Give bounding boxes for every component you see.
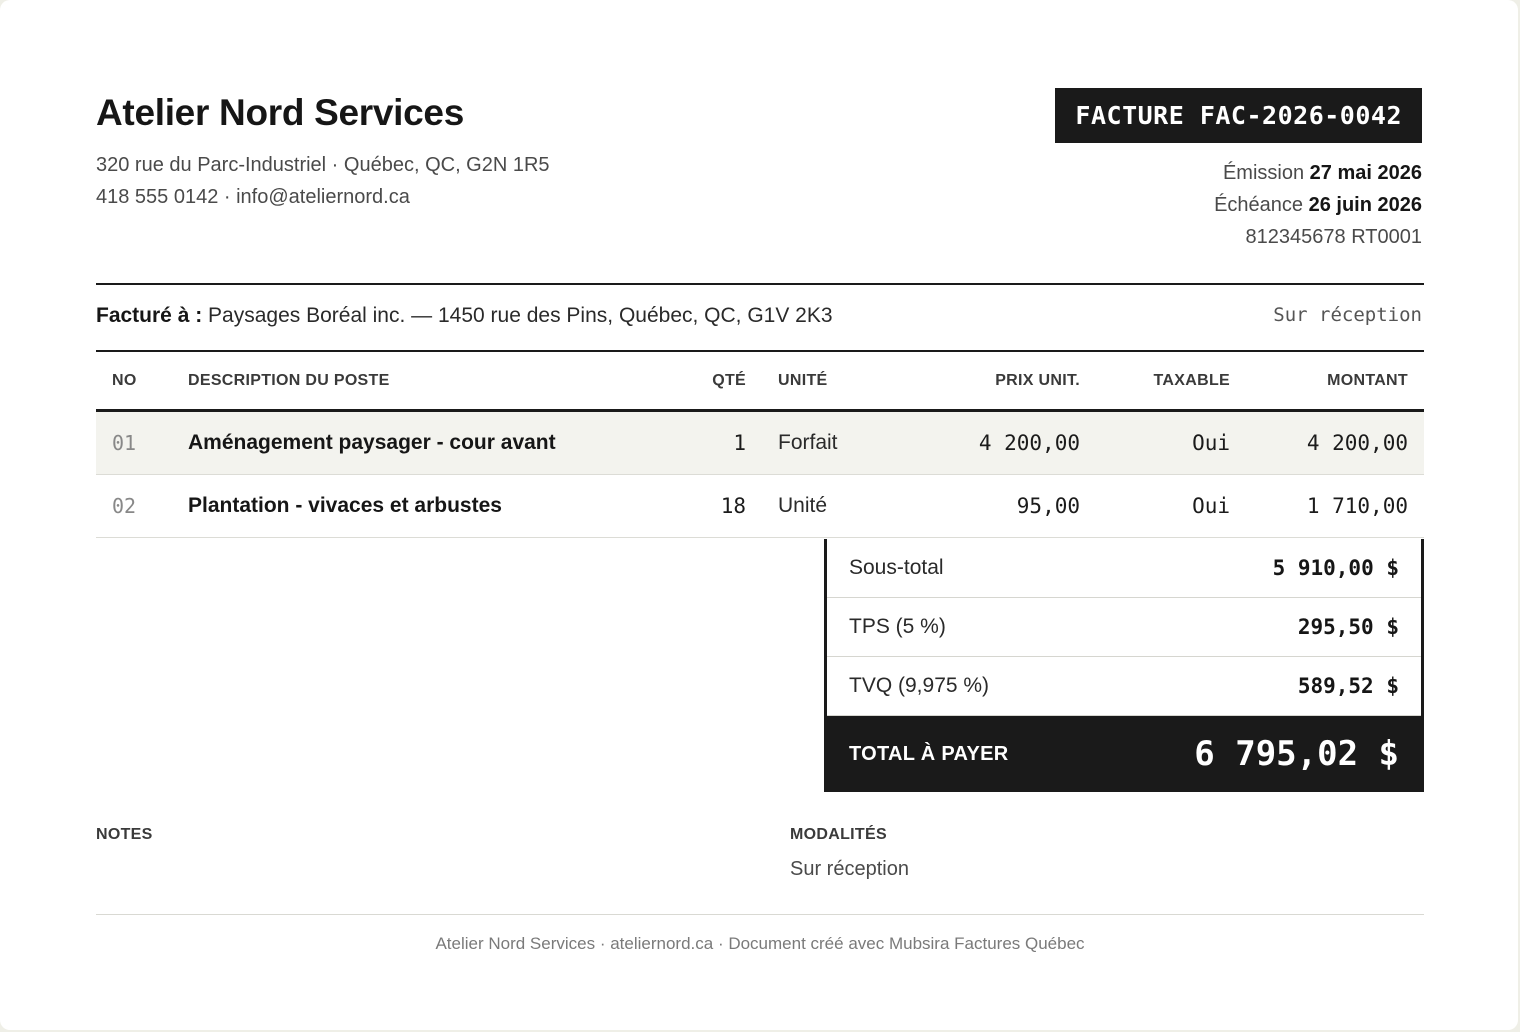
footer-divider: [96, 914, 1424, 915]
row-unit: Forfait: [762, 410, 914, 475]
row-no: 02: [96, 474, 172, 538]
col-header-unit-price: PRIX UNIT.: [914, 352, 1096, 412]
grand-total-bar: TOTAL À PAYER 6 795,02 $: [824, 716, 1424, 792]
table-row: 01 Aménagement paysager - cour avant 1 F…: [96, 410, 1424, 475]
row-taxable: Oui: [1096, 474, 1246, 538]
modalites-title: MODALITÉS: [790, 826, 887, 843]
tps-row: TPS (5 %) 295,50 $: [827, 598, 1421, 657]
row-unit: Unité: [762, 474, 914, 538]
payment-terms: Sur réception: [1273, 304, 1422, 326]
tps-label: TPS (5 %): [849, 615, 946, 638]
row-unit-price: 95,00: [914, 474, 1096, 538]
billed-to: Facturé à : Paysages Boréal inc. — 1450 …: [96, 304, 833, 328]
col-header-no: NO: [96, 352, 172, 412]
table-row: 02 Plantation - vivaces et arbustes 18 U…: [96, 474, 1424, 538]
subtotal-row: Sous-total 5 910,00 $: [827, 539, 1421, 598]
tvq-value: 589,52 $: [1297, 674, 1399, 698]
row-no: 01: [96, 410, 172, 475]
invoice-page: Atelier Nord Services 320 rue du Parc-In…: [0, 0, 1518, 1030]
row-description: Plantation - vivaces et arbustes: [172, 474, 670, 538]
grand-total-label: TOTAL À PAYER: [849, 742, 1009, 765]
table-header-row: NO DESCRIPTION DU POSTE QTÉ UNITÉ PRIX U…: [96, 352, 1424, 412]
row-taxable: Oui: [1096, 410, 1246, 475]
col-header-taxable: TAXABLE: [1096, 352, 1246, 412]
subtotal-label: Sous-total: [849, 556, 944, 579]
company-name: Atelier Nord Services: [96, 92, 464, 133]
row-unit-price: 4 200,00: [914, 410, 1096, 475]
billed-to-client: Paysages Boréal inc. — 1450 rue des Pins…: [208, 304, 833, 327]
notes-title: NOTES: [96, 826, 153, 843]
modalites-text: Sur réception: [790, 858, 909, 880]
company-contact: 418 555 0142 · info@ateliernord.ca: [96, 186, 410, 208]
tvq-label: TVQ (9,975 %): [849, 674, 990, 697]
footer-text: Atelier Nord Services · ateliernord.ca ·…: [435, 934, 1085, 953]
line-items-table: NO DESCRIPTION DU POSTE QTÉ UNITÉ PRIX U…: [96, 352, 1424, 538]
invoice-number-badge: FACTURE FAC-2026-0042: [1055, 88, 1422, 143]
due-date-line: Échéance 26 juin 2026: [1214, 194, 1422, 217]
col-header-qty: QTÉ: [670, 352, 762, 412]
issue-date-label: Émission: [1222, 162, 1305, 184]
billed-to-label: Facturé à :: [96, 304, 203, 327]
issue-date-line: Émission 27 mai 2026: [1223, 162, 1422, 185]
row-amount: 4 200,00: [1246, 410, 1424, 475]
tax-number: 812345678 RT0001: [1245, 226, 1422, 248]
grand-total-value: 6 795,02 $: [1194, 734, 1399, 774]
company-address: 320 rue du Parc-Industriel · Québec, QC,…: [96, 154, 550, 176]
due-date-value: 26 juin 2026: [1308, 194, 1422, 216]
due-date-label: Échéance: [1214, 194, 1304, 216]
totals-box: Sous-total 5 910,00 $ TPS (5 %) 295,50 $…: [824, 539, 1424, 716]
row-description: Aménagement paysager - cour avant: [172, 410, 670, 475]
tps-value: 295,50 $: [1297, 615, 1399, 639]
col-header-description: DESCRIPTION DU POSTE: [172, 352, 670, 412]
subtotal-value: 5 910,00 $: [1272, 556, 1399, 580]
header-divider: [96, 283, 1424, 285]
tvq-row: TVQ (9,975 %) 589,52 $: [827, 657, 1421, 716]
col-header-amount: MONTANT: [1246, 352, 1424, 412]
col-header-unit: UNITÉ: [762, 352, 914, 412]
row-qty: 18: [670, 474, 762, 538]
issue-date-value: 27 mai 2026: [1309, 162, 1422, 184]
row-amount: 1 710,00: [1246, 474, 1424, 538]
row-qty: 1: [670, 410, 762, 475]
